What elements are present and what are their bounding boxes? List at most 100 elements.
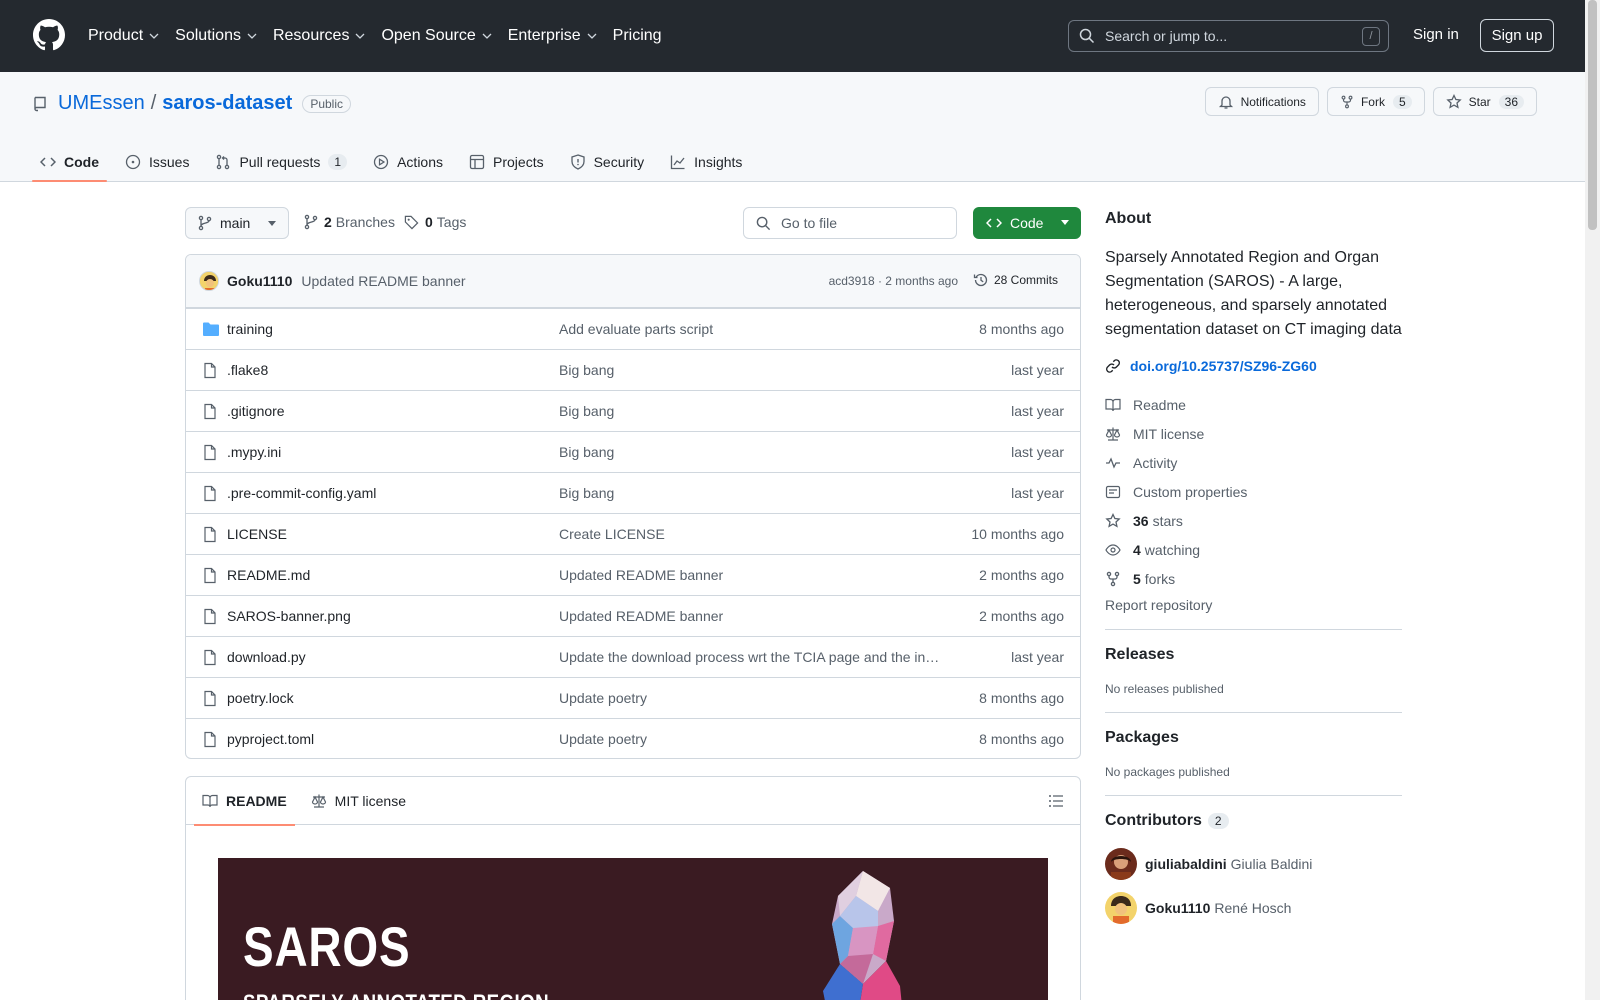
- nav-label: Solutions: [175, 27, 241, 44]
- file-name[interactable]: poetry.lock: [227, 690, 294, 706]
- repo-tabs: Code Issues Pull requests 1 Actions Proj…: [32, 144, 760, 182]
- file-commit-message[interactable]: Updated README banner: [559, 608, 944, 624]
- star-button[interactable]: Star 36: [1432, 87, 1537, 116]
- tab-insights[interactable]: Insights: [662, 144, 750, 180]
- file-row[interactable]: pyproject.toml Update poetry 8 months ag…: [186, 718, 1080, 758]
- file-row[interactable]: README.md Updated README banner 2 months…: [186, 554, 1080, 595]
- file-name[interactable]: .mypy.ini: [227, 444, 281, 460]
- code-icon: [986, 218, 1002, 228]
- file-row[interactable]: .flake8 Big bang last year: [186, 349, 1080, 390]
- tab-issues[interactable]: Issues: [117, 144, 197, 180]
- file-name[interactable]: download.py: [227, 649, 306, 665]
- file-commit-message[interactable]: Big bang: [559, 444, 944, 460]
- github-logo-icon[interactable]: [33, 19, 65, 51]
- file-commit-message[interactable]: Update poetry: [559, 690, 944, 706]
- file-name[interactable]: pyproject.toml: [227, 731, 314, 747]
- watchers-link[interactable]: 4 watching: [1105, 535, 1402, 564]
- file-row[interactable]: SAROS-banner.png Updated README banner 2…: [186, 595, 1080, 636]
- about-description: Sparsely Annotated Region and Organ Segm…: [1105, 249, 1402, 338]
- tab-readme[interactable]: README: [194, 777, 295, 826]
- file-row[interactable]: LICENSE Create LICENSE 10 months ago: [186, 513, 1080, 554]
- avatar[interactable]: [1105, 892, 1137, 924]
- list-unordered-icon[interactable]: [1048, 793, 1064, 809]
- commit-message[interactable]: Updated README banner: [301, 273, 465, 289]
- scrollbar-thumb[interactable]: [1588, 0, 1597, 230]
- go-to-file-input[interactable]: Go to file: [743, 207, 957, 239]
- commit-sha-time[interactable]: acd3918 · 2 months ago: [829, 274, 958, 288]
- file-name[interactable]: .pre-commit-config.yaml: [227, 485, 376, 501]
- contributor-item[interactable]: Goku1110 René Hosch: [1105, 892, 1402, 924]
- forks-link[interactable]: 5 forks: [1105, 564, 1402, 593]
- releases-heading[interactable]: Releases: [1105, 646, 1402, 664]
- file-commit-message[interactable]: Update poetry: [559, 731, 944, 747]
- commit-author[interactable]: Goku1110: [227, 273, 292, 289]
- tab-projects[interactable]: Projects: [461, 144, 552, 180]
- branch-selector[interactable]: main: [185, 207, 289, 239]
- sign-in-link[interactable]: Sign in: [1413, 26, 1459, 43]
- code-button[interactable]: Code: [973, 207, 1081, 239]
- tab-code[interactable]: Code: [32, 144, 107, 182]
- tags-link[interactable]: 0 Tags: [404, 214, 466, 230]
- search-input[interactable]: Search or jump to... /: [1068, 20, 1389, 52]
- nav-product[interactable]: Product: [88, 27, 159, 45]
- notifications-button[interactable]: Notifications: [1204, 87, 1319, 116]
- about-item-label: forks: [1144, 570, 1176, 587]
- repo-name-link[interactable]: saros-dataset: [162, 92, 292, 115]
- branches-link[interactable]: 2 Branches: [304, 214, 395, 230]
- activity-link[interactable]: Activity: [1105, 448, 1402, 477]
- branch-icon: [198, 215, 212, 231]
- file-row[interactable]: .pre-commit-config.yaml Big bang last ye…: [186, 472, 1080, 513]
- sign-up-button[interactable]: Sign up: [1480, 19, 1554, 52]
- file-name[interactable]: README.md: [227, 567, 310, 583]
- homepage-link[interactable]: doi.org/10.25737/SZ96-ZG60: [1105, 358, 1402, 374]
- file-commit-message[interactable]: Big bang: [559, 485, 944, 501]
- notifications-label: Notifications: [1240, 94, 1306, 109]
- file-commit-message[interactable]: Create LICENSE: [559, 526, 944, 542]
- contributor-item[interactable]: giuliabaldini Giulia Baldini: [1105, 848, 1402, 880]
- file-row[interactable]: .gitignore Big bang last year: [186, 390, 1080, 431]
- avatar[interactable]: [199, 271, 219, 291]
- tab-actions[interactable]: Actions: [365, 144, 451, 180]
- report-repository-link[interactable]: Report repository: [1105, 597, 1402, 613]
- file-commit-message[interactable]: Big bang: [559, 362, 944, 378]
- issue-icon: [125, 154, 141, 170]
- file-commit-message[interactable]: Update the download process wrt the TCIA…: [559, 649, 944, 665]
- contributors-heading[interactable]: Contributors 2: [1105, 812, 1402, 830]
- avatar[interactable]: [1105, 848, 1137, 880]
- file-row[interactable]: poetry.lock Update poetry 8 months ago: [186, 677, 1080, 718]
- packages-heading[interactable]: Packages: [1105, 729, 1402, 747]
- file-name[interactable]: .flake8: [227, 362, 268, 378]
- file-name[interactable]: LICENSE: [227, 526, 287, 542]
- contributors-count: 2: [1207, 813, 1229, 829]
- file-row[interactable]: download.py Update the download process …: [186, 636, 1080, 677]
- law-icon: [1105, 427, 1121, 441]
- nav-solutions[interactable]: Solutions: [175, 27, 257, 45]
- repo-actions: Notifications Fork 5 Star 36: [1197, 87, 1537, 116]
- file-name[interactable]: SAROS-banner.png: [227, 608, 351, 624]
- stars-link[interactable]: 36 stars: [1105, 506, 1402, 535]
- tab-license[interactable]: MIT license: [311, 777, 406, 825]
- file-row[interactable]: .mypy.ini Big bang last year: [186, 431, 1080, 472]
- tab-security[interactable]: Security: [562, 144, 653, 180]
- file-date: 8 months ago: [979, 321, 1064, 337]
- fork-button[interactable]: Fork 5: [1326, 87, 1425, 116]
- file-commit-message[interactable]: Add evaluate parts script: [559, 321, 944, 337]
- nav-resources[interactable]: Resources: [273, 27, 365, 45]
- nav-enterprise[interactable]: Enterprise: [508, 27, 597, 45]
- page-scrollbar[interactable]: [1585, 0, 1600, 1000]
- tab-pull-requests[interactable]: Pull requests 1: [207, 144, 355, 180]
- file-commit-message[interactable]: Updated README banner: [559, 567, 944, 583]
- repo-owner-link[interactable]: UMEssen: [58, 92, 145, 115]
- nav-open-source[interactable]: Open Source: [381, 27, 492, 45]
- file-commit-message[interactable]: Big bang: [559, 403, 944, 419]
- custom-properties-link[interactable]: Custom properties: [1105, 477, 1402, 506]
- nav-label: Pricing: [612, 27, 662, 44]
- file-name[interactable]: training: [227, 321, 273, 337]
- chevron-down-icon: [247, 33, 257, 39]
- license-link[interactable]: MIT license: [1105, 419, 1402, 448]
- file-name[interactable]: .gitignore: [227, 403, 285, 419]
- commits-link[interactable]: 28 Commits: [973, 272, 1058, 288]
- file-row[interactable]: training Add evaluate parts script 8 mon…: [186, 308, 1080, 349]
- readme-link[interactable]: Readme: [1105, 390, 1402, 419]
- nav-pricing[interactable]: Pricing: [613, 27, 662, 45]
